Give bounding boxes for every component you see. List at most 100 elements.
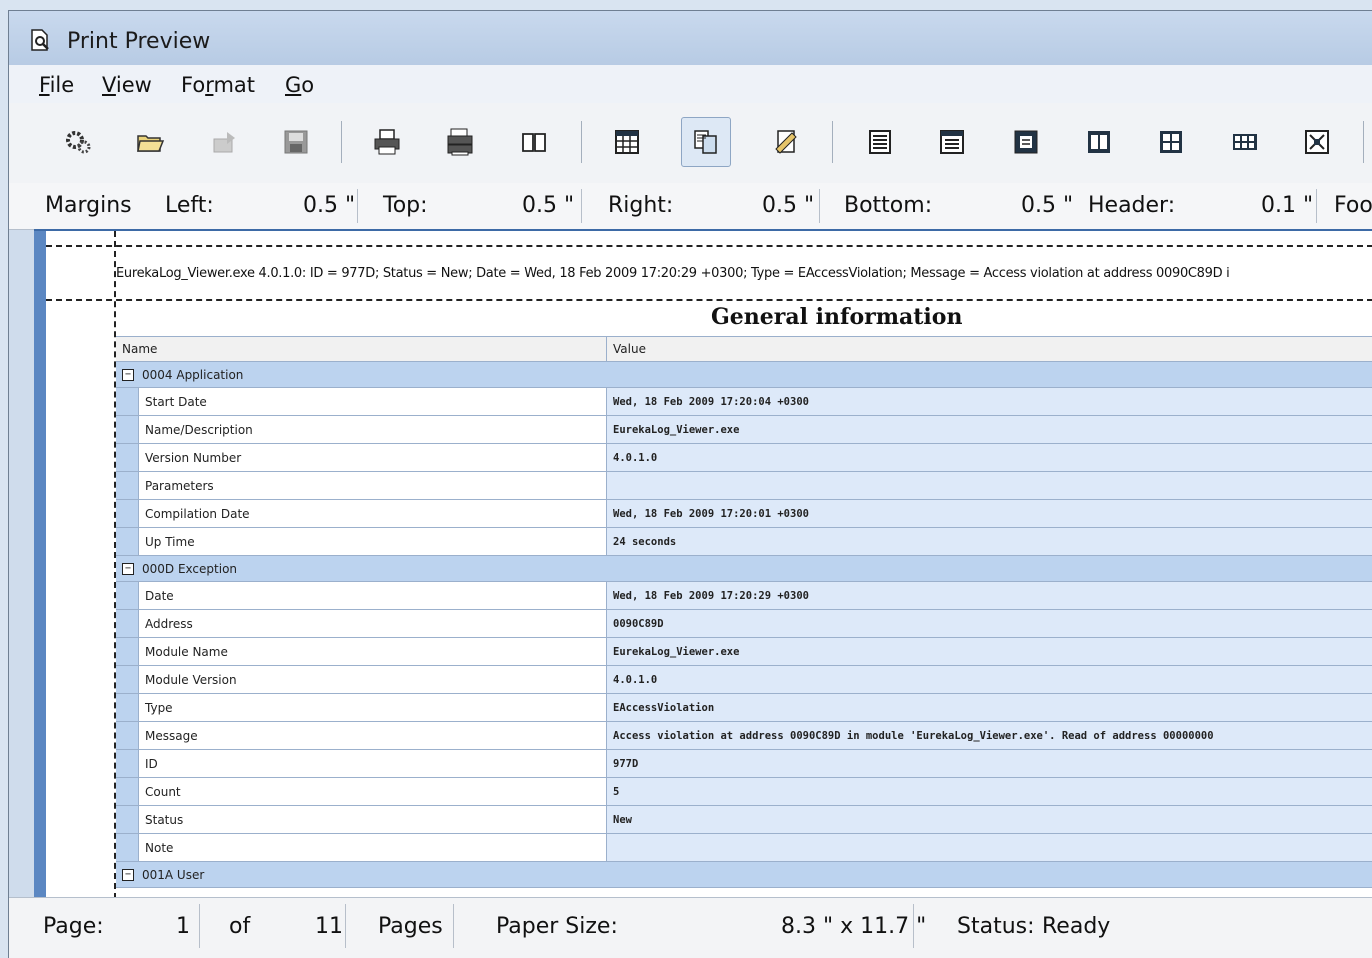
left-margin-value[interactable]: 0.5 " bbox=[303, 193, 355, 218]
right-margin-label: Right: bbox=[608, 193, 674, 218]
row-value: Wed, 18 Feb 2009 17:20:01 +0300 bbox=[606, 500, 1372, 527]
row-indent bbox=[116, 388, 138, 415]
single-page-button[interactable] bbox=[855, 117, 905, 167]
row-indent bbox=[116, 444, 138, 471]
preview-page: EurekaLog_Viewer.exe 4.0.1.0: ID = 977D;… bbox=[46, 231, 1372, 899]
menu-file[interactable]: File bbox=[39, 73, 74, 97]
row-value: New bbox=[606, 806, 1372, 833]
toolbar-separator bbox=[832, 121, 833, 163]
table-row[interactable]: Note bbox=[116, 834, 1372, 862]
row-value: 977D bbox=[606, 750, 1372, 777]
current-page-value: 1 bbox=[176, 914, 190, 939]
preview-area[interactable]: EurekaLog_Viewer.exe 4.0.1.0: ID = 977D;… bbox=[34, 229, 1372, 899]
group-row[interactable]: −000D Exception bbox=[116, 556, 1372, 582]
row-indent bbox=[116, 722, 138, 749]
page-header-text: EurekaLog_Viewer.exe 4.0.1.0: ID = 977D;… bbox=[116, 266, 1230, 281]
group-row[interactable]: −001A User bbox=[116, 862, 1372, 888]
whole-page-button[interactable] bbox=[1001, 117, 1051, 167]
footer-margin-label: Foo bbox=[1334, 193, 1372, 218]
table-row[interactable]: Message Access violation at address 0090C… bbox=[116, 722, 1372, 750]
book-button[interactable] bbox=[509, 117, 559, 167]
margin-separator bbox=[819, 189, 820, 223]
header-bottom-line bbox=[46, 299, 1372, 301]
status-bar: Page: 1 of 11 Pages Paper Size: 8.3 " x … bbox=[9, 897, 1372, 958]
whole-page-icon bbox=[1014, 130, 1038, 154]
print-button[interactable] bbox=[362, 117, 412, 167]
table-row[interactable]: Count 5 bbox=[116, 778, 1372, 806]
right-margin-value[interactable]: 0.5 " bbox=[762, 193, 814, 218]
table-row[interactable]: Start Date Wed, 18 Feb 2009 17:20:04 +030… bbox=[116, 388, 1372, 416]
menu-bar: File View Format Go bbox=[9, 65, 1372, 104]
row-name: Compilation Date bbox=[138, 500, 606, 527]
margin-separator bbox=[357, 189, 358, 223]
row-value: Wed, 18 Feb 2009 17:20:29 +0300 bbox=[606, 582, 1372, 609]
collapse-icon[interactable]: − bbox=[122, 868, 134, 881]
group-label-text: 001A User bbox=[142, 867, 205, 882]
paper-size-value: 8.3 " x 11.7 " bbox=[781, 914, 927, 939]
open-button[interactable] bbox=[125, 117, 175, 167]
two-pages-button[interactable] bbox=[1074, 117, 1124, 167]
menu-go[interactable]: Go bbox=[285, 73, 314, 97]
row-name: Module Name bbox=[138, 638, 606, 665]
row-value bbox=[606, 472, 1372, 499]
table-row[interactable]: Version Number 4.0.1.0 bbox=[116, 444, 1372, 472]
options-icon bbox=[66, 131, 91, 154]
table-row[interactable]: Type EAccessViolation bbox=[116, 694, 1372, 722]
row-value: Wed, 18 Feb 2009 17:20:04 +0300 bbox=[606, 388, 1372, 415]
toolbar-separator bbox=[341, 121, 342, 163]
header-margin-line bbox=[46, 245, 1372, 247]
top-margin-value[interactable]: 0.5 " bbox=[522, 193, 574, 218]
row-value bbox=[606, 834, 1372, 861]
table-row[interactable]: Module Name EurekaLog_Viewer.exe bbox=[116, 638, 1372, 666]
row-name: Up Time bbox=[138, 528, 606, 555]
row-indent bbox=[116, 778, 138, 805]
row-value: Access violation at address 0090C89D in … bbox=[606, 722, 1372, 749]
table-row[interactable]: ID 977D bbox=[116, 750, 1372, 778]
row-value: 24 seconds bbox=[606, 528, 1372, 555]
collapse-icon[interactable]: − bbox=[122, 562, 134, 575]
status-separator bbox=[345, 904, 346, 948]
row-name: Start Date bbox=[138, 388, 606, 415]
zoom-custom-button[interactable] bbox=[1292, 117, 1342, 167]
options-button[interactable] bbox=[54, 117, 104, 167]
row-indent bbox=[116, 416, 138, 443]
grid-layout-button[interactable] bbox=[602, 117, 652, 167]
row-name: Version Number bbox=[138, 444, 606, 471]
print-icon bbox=[374, 129, 400, 155]
toolbar bbox=[9, 103, 1372, 184]
multi-pages-button[interactable] bbox=[1220, 117, 1270, 167]
table-row[interactable]: Date Wed, 18 Feb 2009 17:20:29 +0300 bbox=[116, 582, 1372, 610]
title-bar: Print Preview bbox=[9, 11, 1372, 65]
table-row[interactable]: Name/Description EurekaLog_Viewer.exe bbox=[116, 416, 1372, 444]
header-margin-value[interactable]: 0.1 " bbox=[1261, 193, 1313, 218]
table-row[interactable]: Parameters bbox=[116, 472, 1372, 500]
row-name: Date bbox=[138, 582, 606, 609]
menu-format[interactable]: Format bbox=[181, 73, 255, 97]
status-label: Status: bbox=[957, 914, 1035, 939]
group-label: −0004 Application bbox=[116, 362, 243, 387]
four-pages-button[interactable] bbox=[1146, 117, 1196, 167]
table-row[interactable]: Status New bbox=[116, 806, 1372, 834]
group-row[interactable]: −0004 Application bbox=[116, 362, 1372, 388]
copy-page-button[interactable] bbox=[681, 117, 731, 167]
table-row[interactable]: Up Time 24 seconds bbox=[116, 528, 1372, 556]
copy-page-icon bbox=[694, 130, 717, 154]
table-row[interactable]: Address 0090C89D bbox=[116, 610, 1372, 638]
table-row[interactable]: Module Version 4.0.1.0 bbox=[116, 666, 1372, 694]
row-indent bbox=[116, 500, 138, 527]
print-setup-button[interactable] bbox=[435, 117, 485, 167]
bottom-margin-value[interactable]: 0.5 " bbox=[1021, 193, 1073, 218]
page-setup-button[interactable] bbox=[762, 117, 812, 167]
page-width-button[interactable] bbox=[927, 117, 977, 167]
table-row[interactable]: Compilation Date Wed, 18 Feb 2009 17:20:0… bbox=[116, 500, 1372, 528]
group-label-text: 000D Exception bbox=[142, 561, 238, 576]
row-value: 0090C89D bbox=[606, 610, 1372, 637]
save-button[interactable] bbox=[271, 117, 321, 167]
row-indent bbox=[116, 666, 138, 693]
menu-view[interactable]: View bbox=[102, 73, 152, 97]
open-icon bbox=[137, 135, 165, 152]
status-value: Ready bbox=[1042, 914, 1111, 939]
row-value: EurekaLog_Viewer.exe bbox=[606, 416, 1372, 443]
collapse-icon[interactable]: − bbox=[122, 368, 134, 381]
export-button[interactable] bbox=[200, 117, 250, 167]
